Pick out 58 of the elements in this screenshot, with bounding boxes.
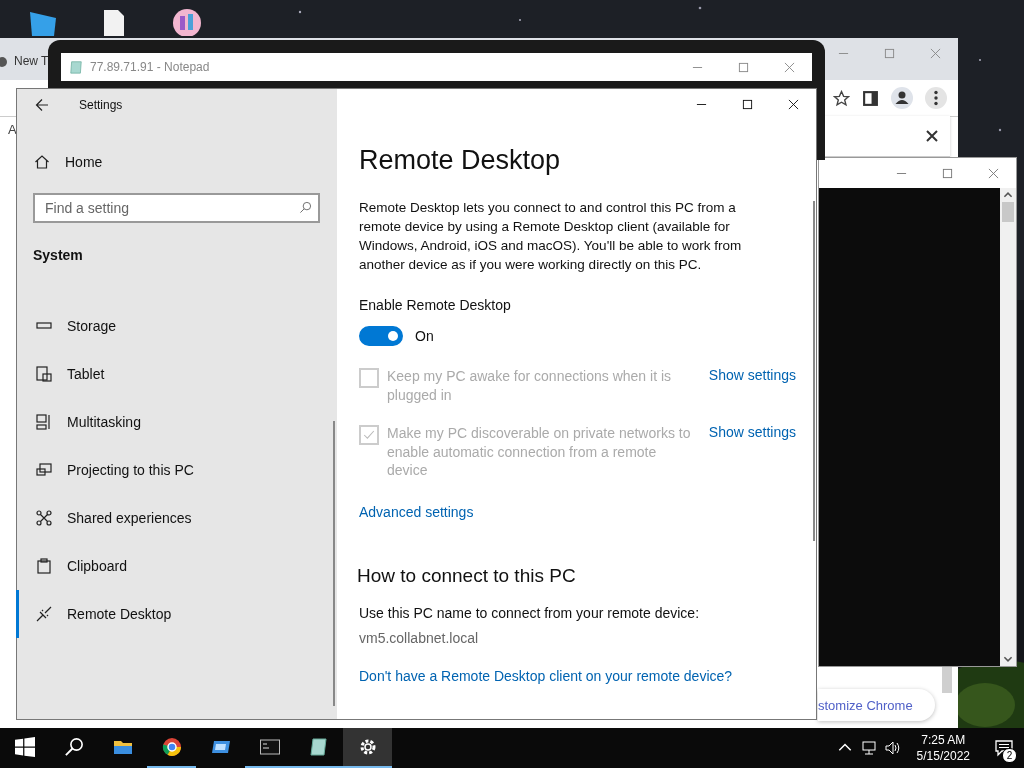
menu-icon[interactable] (925, 87, 947, 109)
search-icon[interactable] (63, 737, 84, 757)
scrollbar-thumb[interactable] (1002, 202, 1014, 222)
page-text: A (8, 122, 17, 137)
pc-name: vm5.collabnet.local (359, 629, 480, 646)
tablet-icon (36, 366, 52, 382)
tab-title[interactable]: New T (14, 54, 49, 68)
share-icon (36, 510, 52, 526)
profile-icon[interactable] (891, 87, 913, 109)
nav-item[interactable]: Storage (16, 302, 337, 350)
terminal-icon (259, 737, 280, 757)
page-title: Remote Desktop (359, 144, 562, 177)
start-icon[interactable] (14, 737, 35, 757)
notepad-icon (308, 737, 329, 757)
instruction-text: Use this PC name to connect from your remote device: (359, 604, 701, 621)
checkbox-label: Keep my PC awake for connections when it is plugged in (387, 367, 673, 404)
maximize-icon[interactable] (741, 98, 753, 110)
customize-button[interactable]: stomize Chrome (818, 689, 935, 721)
section-heading: System (33, 246, 84, 265)
toggle-label: Enable Remote Desktop (359, 296, 512, 315)
clock-date[interactable]: 5/15/2022 (916, 748, 970, 764)
network-icon[interactable] (860, 740, 877, 756)
clock-time[interactable]: 7:25 AM (921, 732, 966, 748)
nav-item[interactable]: Tablet (16, 350, 337, 398)
back-icon[interactable] (35, 98, 49, 112)
close-button[interactable] (926, 130, 938, 142)
browser-icon (161, 737, 182, 757)
toggle-switch[interactable] (359, 326, 403, 346)
search-icon (299, 201, 312, 214)
nav-item[interactable]: Multitasking (16, 398, 337, 446)
nav-item[interactable]: Projecting to this PC (16, 446, 337, 494)
notification-count: 2 (1002, 748, 1017, 763)
client-link[interactable]: Don't have a Remote Desktop client on your remote device? (359, 667, 733, 684)
scrollbar-thumb[interactable] (942, 665, 952, 693)
window-title: 77.89.71.91 - Notepad (90, 60, 210, 74)
search-field[interactable]: Find a setting (33, 193, 320, 223)
star-icon[interactable] (833, 89, 850, 107)
checkbox-label: Make my PC discoverable on private networks to enable automatic connection from a remote device (387, 424, 692, 480)
home-icon (34, 154, 50, 170)
volume-icon[interactable] (884, 740, 901, 756)
multitask-icon (36, 414, 52, 430)
home-label[interactable]: Home (65, 154, 103, 170)
notification-icon[interactable] (995, 739, 1013, 757)
section-heading: How to connect to this PC (357, 563, 577, 588)
scrollbar[interactable] (1000, 188, 1016, 666)
window-title: Settings (79, 98, 123, 112)
description: Remote Desktop lets you connect to and control this PC from a remote device by using a Remote Desktop client (available for Windows, Android, iOS and macOS). You'll be able to work from another device as if you were working directly on this PC. (359, 199, 743, 274)
close-icon[interactable] (787, 98, 799, 110)
notepad-icon (69, 60, 83, 74)
monitor-icon (36, 462, 52, 478)
app-icon[interactable] (172, 6, 202, 36)
advanced-settings-link[interactable]: Advanced settings (359, 503, 796, 520)
nav-item[interactable]: Clipboard (16, 542, 337, 590)
taskbar-button[interactable] (343, 728, 392, 768)
toggle-state: On (415, 328, 434, 344)
nav-item[interactable]: Shared experiences (16, 494, 337, 542)
clipboard-icon (36, 558, 52, 574)
sidebar-icon[interactable] (862, 89, 879, 107)
